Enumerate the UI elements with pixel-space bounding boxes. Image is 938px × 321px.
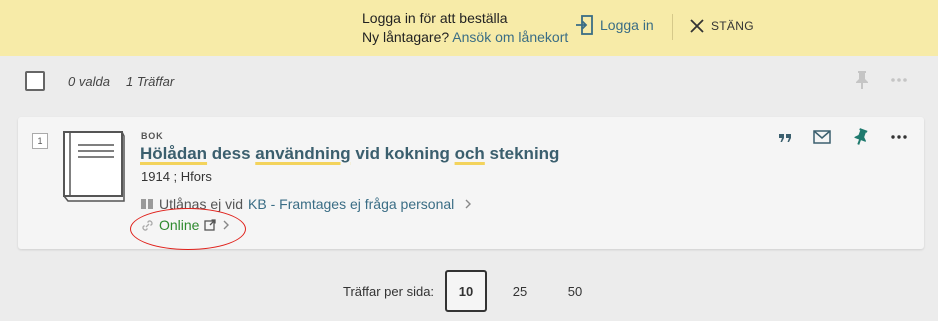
- email-button[interactable]: [812, 127, 832, 147]
- page-size-label: Träffar per sida:: [343, 284, 435, 299]
- login-icon: [576, 15, 593, 35]
- more-actions-button[interactable]: [889, 127, 909, 147]
- availability-status: Utlånas ej vid: [159, 196, 244, 212]
- login-button[interactable]: Logga in: [576, 14, 654, 36]
- close-banner-button[interactable]: STÄNG: [690, 16, 754, 36]
- pin-record-button[interactable]: [851, 127, 871, 147]
- cite-button[interactable]: [775, 127, 795, 147]
- title-text: stekning: [484, 144, 560, 163]
- result-title[interactable]: Hölådan dess användning vid kokning och …: [140, 144, 559, 164]
- online-label: Online: [159, 217, 200, 233]
- page-size-25[interactable]: 25: [505, 270, 535, 312]
- book-icon: [141, 199, 153, 209]
- login-label: Logga in: [600, 17, 654, 33]
- apply-card-link[interactable]: Ansök om lånekort: [452, 29, 568, 45]
- login-banner: Logga in för att beställa Ny låntagare? …: [0, 0, 938, 56]
- quote-icon: [779, 134, 791, 142]
- pin-icon: [854, 128, 868, 145]
- title-highlight: användning: [255, 144, 351, 163]
- title-highlight: Hölådan: [140, 144, 208, 163]
- title-text: dess: [207, 144, 256, 163]
- external-link-icon: [204, 219, 217, 231]
- resource-type: BOK: [141, 131, 164, 141]
- pin-icon[interactable]: [854, 70, 870, 90]
- book-thumbnail-icon[interactable]: [62, 131, 126, 202]
- selected-count: 0 valda: [68, 74, 110, 89]
- hit-count: 1 Träffar: [126, 74, 175, 89]
- availability-link[interactable]: Utlånas ej vid KB - Framtages ej fråga p…: [140, 195, 473, 213]
- online-access-link[interactable]: Online: [141, 216, 231, 234]
- result-index: 1: [32, 133, 48, 149]
- banner-line-1: Logga in för att beställa: [362, 10, 508, 26]
- publication-info: 1914 ; Hfors: [141, 169, 212, 184]
- chevron-right-icon: [465, 199, 472, 209]
- page-size-50[interactable]: 50: [560, 270, 590, 312]
- close-label: STÄNG: [711, 19, 754, 33]
- title-text: vid kokning: [350, 144, 455, 163]
- link-icon: [142, 219, 153, 231]
- banner-divider: [672, 14, 673, 40]
- more-icon[interactable]: [890, 72, 908, 88]
- select-all-checkbox[interactable]: [25, 71, 45, 91]
- chevron-right-icon: [223, 220, 230, 230]
- page-size-10[interactable]: 10: [445, 270, 487, 312]
- title-highlight: och: [454, 144, 485, 163]
- availability-location: KB - Framtages ej fråga personal: [248, 196, 455, 212]
- banner-message: Logga in för att beställa Ny låntagare? …: [362, 9, 568, 47]
- email-icon: [813, 130, 831, 144]
- close-icon: [690, 19, 704, 33]
- more-icon: [891, 135, 907, 139]
- banner-line-2-prefix: Ny låntagare?: [362, 29, 450, 45]
- result-card[interactable]: 1 BOK Hölådan dess användning vid koknin…: [18, 117, 924, 250]
